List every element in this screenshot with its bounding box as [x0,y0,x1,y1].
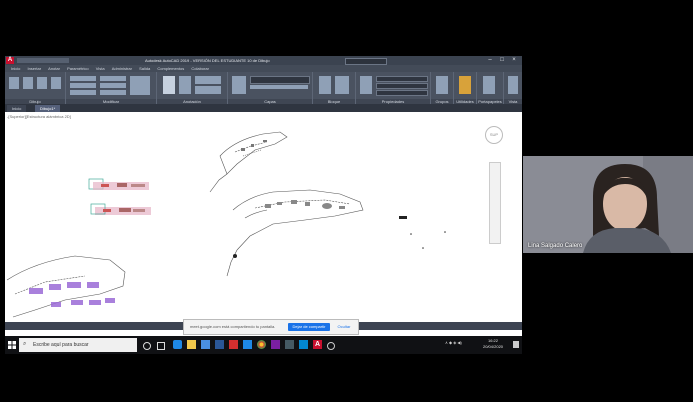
app-blue-icon[interactable] [243,340,252,349]
polyline-tool-icon[interactable] [23,77,33,89]
tab-inicio[interactable]: Inicio [7,105,27,112]
ribbon-group-vista: Vista [504,72,522,104]
participant-name: Lina Salgado Calero [528,243,583,249]
app-red-icon[interactable] [229,340,238,349]
windows-start-icon[interactable] [8,341,16,349]
insert-block-icon[interactable] [319,76,331,94]
task-view-icon[interactable] [157,342,165,350]
hide-button[interactable]: Ocultar [334,323,354,331]
cortana-icon[interactable] [143,342,151,350]
viewcube[interactable]: SUP [485,126,503,144]
group-tool-icon[interactable] [436,76,448,94]
system-tray[interactable]: ∧ ◆ ◈ ◀) [445,340,462,345]
autocad-logo-icon[interactable]: A [6,57,14,64]
ribbon-group-anotacion: Anotación [157,72,228,104]
navigation-bar[interactable] [489,162,501,244]
drawing-canvas[interactable]: -[Superior][Estructura alámbrica 2D] SUP [5,112,522,322]
settings-gear-icon[interactable] [327,342,335,350]
search-placeholder: Escribe aquí para buscar [33,342,89,348]
document-tab-bar: Inicio Dibujo1* [5,104,522,112]
ribbon-tab[interactable]: Inicio [11,65,20,72]
close-icon[interactable]: × [509,56,519,65]
rotate-tool-icon[interactable] [100,76,126,81]
dimension-tool-icon[interactable] [179,76,191,94]
match-properties-icon[interactable] [360,76,372,94]
ribbon-tab[interactable]: Colaborar [191,65,209,72]
maximize-icon[interactable]: □ [497,56,507,65]
stop-sharing-button[interactable]: Dejar de compartir [288,323,330,331]
clock-date: 20/04/2020 [483,344,504,349]
color-dropdown[interactable] [376,76,428,82]
store-icon[interactable] [201,340,210,349]
edge-icon[interactable] [173,340,182,349]
mail-icon[interactable] [215,340,224,349]
ribbon-group-propiedades: Propiedades [356,72,431,104]
participant-video-tile[interactable]: Lina Salgado Calero [523,156,693,253]
ribbon-group-utilidades: Utilidades [454,72,477,104]
windows-taskbar: ⌕ Escribe aquí para buscar A ∧ ◆ ◈ ◀) 16… [5,336,522,354]
ribbon-tab-bar: Inicio Insertar Anotar Paramétrico Vista… [5,65,522,72]
ribbon-tab[interactable]: Administrar [112,65,132,72]
base-view-icon[interactable] [508,76,518,94]
block-edit-icon[interactable] [335,76,349,94]
lineweight-dropdown[interactable] [376,90,428,96]
line-tool-icon[interactable] [9,77,19,89]
ribbon-tab[interactable]: Complementos [157,65,184,72]
window-title: Autodesk AutoCAD 2019 - VERSIÓN DEL ESTU… [145,58,270,63]
screen-share-notification: meet.google.com está compartiendo tu pan… [183,319,359,335]
ribbon-tab[interactable]: Paramétrico [67,65,89,72]
ribbon-group-grupos: Grupos [431,72,454,104]
autocad-taskbar-icon[interactable]: A [313,340,322,349]
copy-tool-icon[interactable] [70,83,96,88]
move-tool-icon[interactable] [70,76,96,81]
ribbon-tab[interactable]: Salida [139,65,150,72]
ribbon-group-portapapeles: Portapapeles [477,72,504,104]
ribbon-group-capas: Capas [228,72,313,104]
table-tool-icon[interactable] [195,86,221,94]
tab-drawing[interactable]: Dibujo1* [35,105,61,112]
text-tool-icon[interactable] [163,76,175,94]
layer-dropdown[interactable] [250,76,310,84]
help-search-input[interactable] [345,58,387,65]
ribbon-panel: Dibujo Modificar Anotación Capas Bloque … [5,72,522,104]
taskbar-clock[interactable]: 16:22 20/04/2020 [483,338,503,350]
stretch-tool-icon[interactable] [70,90,96,95]
ribbon-tab[interactable]: Vista [96,65,105,72]
mirror-tool-icon[interactable] [100,83,126,88]
participant-video [523,156,693,253]
autocad-title-bar: A Autodesk AutoCAD 2019 - VERSIÓN DEL ES… [5,56,522,65]
layer-tools-row[interactable] [250,85,308,89]
measure-tool-icon[interactable] [459,76,471,94]
app-cyan-icon[interactable] [299,340,308,349]
taskbar-search-input[interactable]: ⌕ Escribe aquí para buscar [19,338,137,352]
scale-tool-icon[interactable] [100,90,126,95]
search-icon: ⌕ [23,341,27,347]
linetype-dropdown[interactable] [376,83,428,89]
paste-tool-icon[interactable] [483,76,495,94]
trim-tool-icon[interactable] [130,76,150,95]
drawing-geometry [6,131,446,318]
ribbon-tab[interactable]: Insertar [27,65,41,72]
app-purple-icon[interactable] [271,340,280,349]
shared-screen: A Autodesk AutoCAD 2019 - VERSIÓN DEL ES… [5,56,522,354]
leader-tool-icon[interactable] [195,76,221,84]
notifications-icon[interactable] [513,341,519,348]
arc-tool-icon[interactable] [51,77,61,89]
ribbon-group-bloque: Bloque [313,72,356,104]
quick-access-toolbar[interactable] [17,58,69,63]
ribbon-tab[interactable]: Anotar [48,65,60,72]
minimize-icon[interactable]: – [485,56,495,65]
circle-tool-icon[interactable] [37,77,47,89]
layer-properties-icon[interactable] [232,76,246,94]
app-gray-icon[interactable] [285,340,294,349]
ribbon-group-modificar: Modificar [66,72,157,104]
chrome-icon[interactable] [257,340,266,349]
share-message: meet.google.com está compartiendo tu pan… [190,324,276,329]
ribbon-group-dibujo: Dibujo [5,72,66,104]
file-explorer-icon[interactable] [187,340,196,349]
